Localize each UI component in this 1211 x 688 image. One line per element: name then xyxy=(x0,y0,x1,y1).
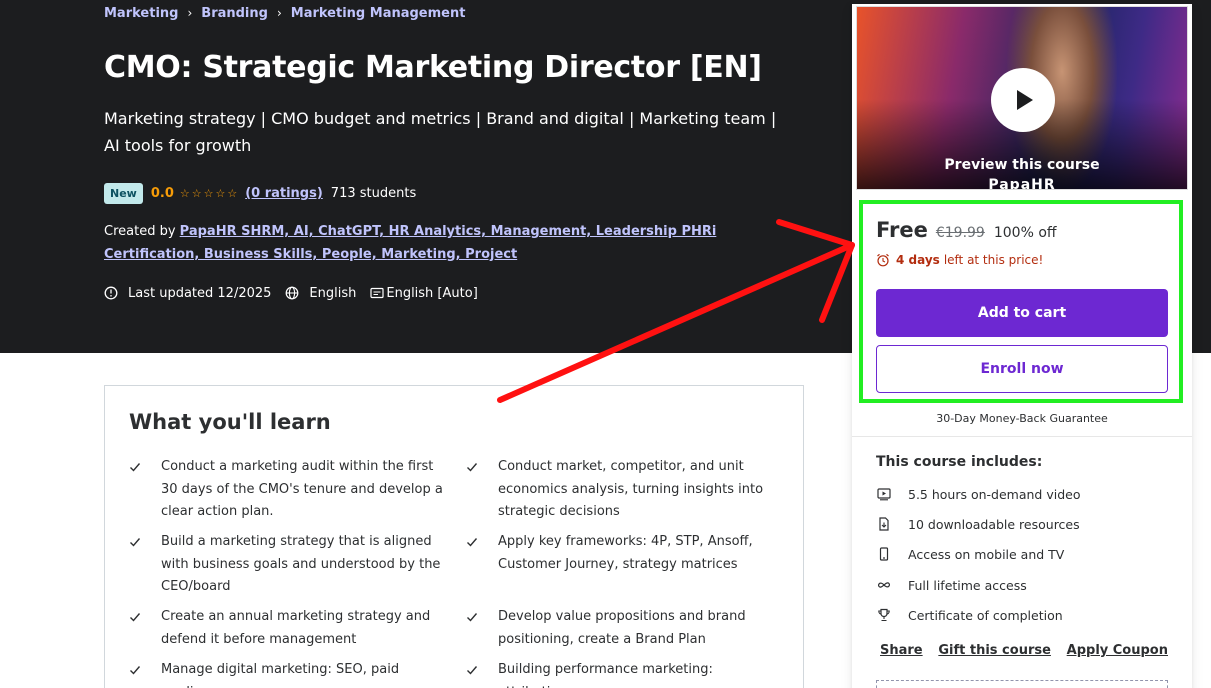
enroll-now-button[interactable]: Enroll now xyxy=(876,345,1168,393)
includes-heading: This course includes: xyxy=(876,454,1043,470)
created-by-label: Created by xyxy=(104,224,176,239)
learn-item-text: Build a marketing strategy that is align… xyxy=(161,534,441,594)
current-price: Free xyxy=(876,218,928,242)
add-to-cart-button[interactable]: Add to cart xyxy=(876,289,1168,337)
rating-row: New 0.0 ☆☆☆☆☆ (0 ratings) 713 students xyxy=(104,182,416,205)
last-updated-text: Last updated 12/2025 xyxy=(128,285,272,301)
alarm-clock-icon xyxy=(877,253,889,267)
course-meta: Last updated 12/2025 English English [Au… xyxy=(104,283,492,303)
purchase-sidebar: Preview this course PapaHR Free €19.99 1… xyxy=(852,4,1192,688)
includes-item-video: 5.5 hours on-demand video xyxy=(876,486,1081,502)
list-item: Manage digital marketing: SEO, paid medi… xyxy=(130,659,446,688)
learn-item-text: Conduct a marketing audit within the fir… xyxy=(161,459,443,519)
alert-clock-icon xyxy=(104,286,118,300)
rating-value: 0.0 xyxy=(150,186,174,201)
papahr-logo: PapaHR xyxy=(988,177,1056,190)
list-item: Apply key frameworks: 4P, STP, Ansoff, C… xyxy=(467,531,753,576)
check-icon xyxy=(467,463,478,472)
learn-item-text: Manage digital marketing: SEO, paid medi… xyxy=(161,662,400,688)
created-by: Created by PapaHR SHRM, AI, ChatGPT, HR … xyxy=(104,220,784,266)
trophy-icon xyxy=(878,608,890,622)
list-item: Develop value propositions and brand pos… xyxy=(467,606,758,651)
what-you-learn-heading: What you'll learn xyxy=(129,410,331,434)
infinity-icon xyxy=(878,582,890,588)
breadcrumb-marketing-management[interactable]: Marketing Management xyxy=(291,6,466,21)
course-subtitle: Marketing strategy | CMO budget and metr… xyxy=(104,109,777,155)
breadcrumb-branding[interactable]: Branding xyxy=(201,6,268,21)
discount-percent: 100% off xyxy=(993,225,1057,241)
list-item: Conduct market, competitor, and unit eco… xyxy=(467,456,778,524)
learn-item-text: Apply key frameworks: 4P, STP, Ansoff, C… xyxy=(498,534,753,572)
page-title: CMO: Strategic Marketing Director [EN] xyxy=(104,50,762,85)
learn-item-text: Create an annual marketing strategy and … xyxy=(161,609,431,647)
captions: English [Auto] xyxy=(370,285,478,301)
video-icon xyxy=(877,488,891,501)
last-updated: Last updated 12/2025 xyxy=(104,286,271,301)
check-icon xyxy=(467,538,478,547)
gift-course-link[interactable]: Gift this course xyxy=(938,643,1051,658)
money-back-guarantee: 30-Day Money-Back Guarantee xyxy=(936,412,1108,425)
new-badge: New xyxy=(104,183,143,204)
includes-label: Certificate of completion xyxy=(908,607,1063,623)
sidebar-actions: Share Gift this course Apply Coupon xyxy=(880,643,1168,658)
play-icon xyxy=(1017,90,1033,110)
includes-label: 5.5 hours on-demand video xyxy=(908,486,1081,502)
list-item: Building performance marketing: attribut… xyxy=(467,659,783,688)
mobile-icon xyxy=(879,547,889,561)
original-price: €19.99 xyxy=(935,225,985,241)
learn-item-text: Develop value propositions and brand pos… xyxy=(498,609,746,647)
includes-item-certificate: Certificate of completion xyxy=(876,607,1063,623)
file-download-icon xyxy=(879,517,889,531)
includes-label: 10 downloadable resources xyxy=(908,516,1080,532)
list-item: Build a marketing strategy that is align… xyxy=(130,531,446,599)
language: English xyxy=(285,286,356,301)
includes-label: Full lifetime access xyxy=(908,577,1027,593)
check-icon xyxy=(130,666,141,675)
breadcrumb-separator: › xyxy=(276,6,282,20)
ratings-link[interactable]: (0 ratings) xyxy=(245,186,323,201)
check-icon xyxy=(130,538,141,547)
coupon-box xyxy=(876,680,1168,688)
course-preview-video[interactable]: Preview this course PapaHR xyxy=(856,6,1188,190)
urgency-days: 4 days xyxy=(896,253,940,267)
check-icon xyxy=(130,613,141,622)
breadcrumb: Marketing › Branding › Marketing Managem… xyxy=(104,4,465,22)
preview-label: Preview this course xyxy=(944,157,1100,173)
instructor-link[interactable]: PapaHR SHRM, AI, ChatGPT, HR Analytics, … xyxy=(104,224,716,262)
share-link[interactable]: Share xyxy=(880,643,923,658)
captions-text: English [Auto] xyxy=(386,285,478,301)
globe-icon xyxy=(286,286,299,300)
play-button[interactable] xyxy=(991,68,1055,132)
breadcrumb-separator: › xyxy=(187,6,193,20)
check-icon xyxy=(467,666,478,675)
includes-item-lifetime: Full lifetime access xyxy=(876,577,1027,593)
divider xyxy=(852,436,1192,437)
language-text: English xyxy=(309,285,357,301)
captions-icon xyxy=(370,287,384,299)
check-icon xyxy=(130,463,141,472)
star-rating-icon: ☆☆☆☆☆ xyxy=(179,187,240,200)
includes-item-resources: 10 downloadable resources xyxy=(876,516,1080,532)
includes-item-mobile: Access on mobile and TV xyxy=(876,546,1064,562)
price-row: Free €19.99 100% off xyxy=(876,218,1057,242)
check-icon xyxy=(467,613,478,622)
price-urgency: 4 days left at this price! xyxy=(876,253,1043,267)
what-you-learn-box: What you'll learn Conduct a marketing au… xyxy=(104,385,804,688)
includes-label: Access on mobile and TV xyxy=(908,546,1065,562)
breadcrumb-marketing[interactable]: Marketing xyxy=(104,6,178,21)
list-item: Conduct a marketing audit within the fir… xyxy=(130,456,446,524)
student-count: 713 students xyxy=(330,186,417,201)
learn-item-text: Conduct market, competitor, and unit eco… xyxy=(498,459,764,519)
learn-item-text: Building performance marketing: attribut… xyxy=(498,662,713,688)
urgency-text: left at this price! xyxy=(943,253,1044,267)
apply-coupon-link[interactable]: Apply Coupon xyxy=(1067,643,1168,658)
list-item: Create an annual marketing strategy and … xyxy=(130,606,431,651)
